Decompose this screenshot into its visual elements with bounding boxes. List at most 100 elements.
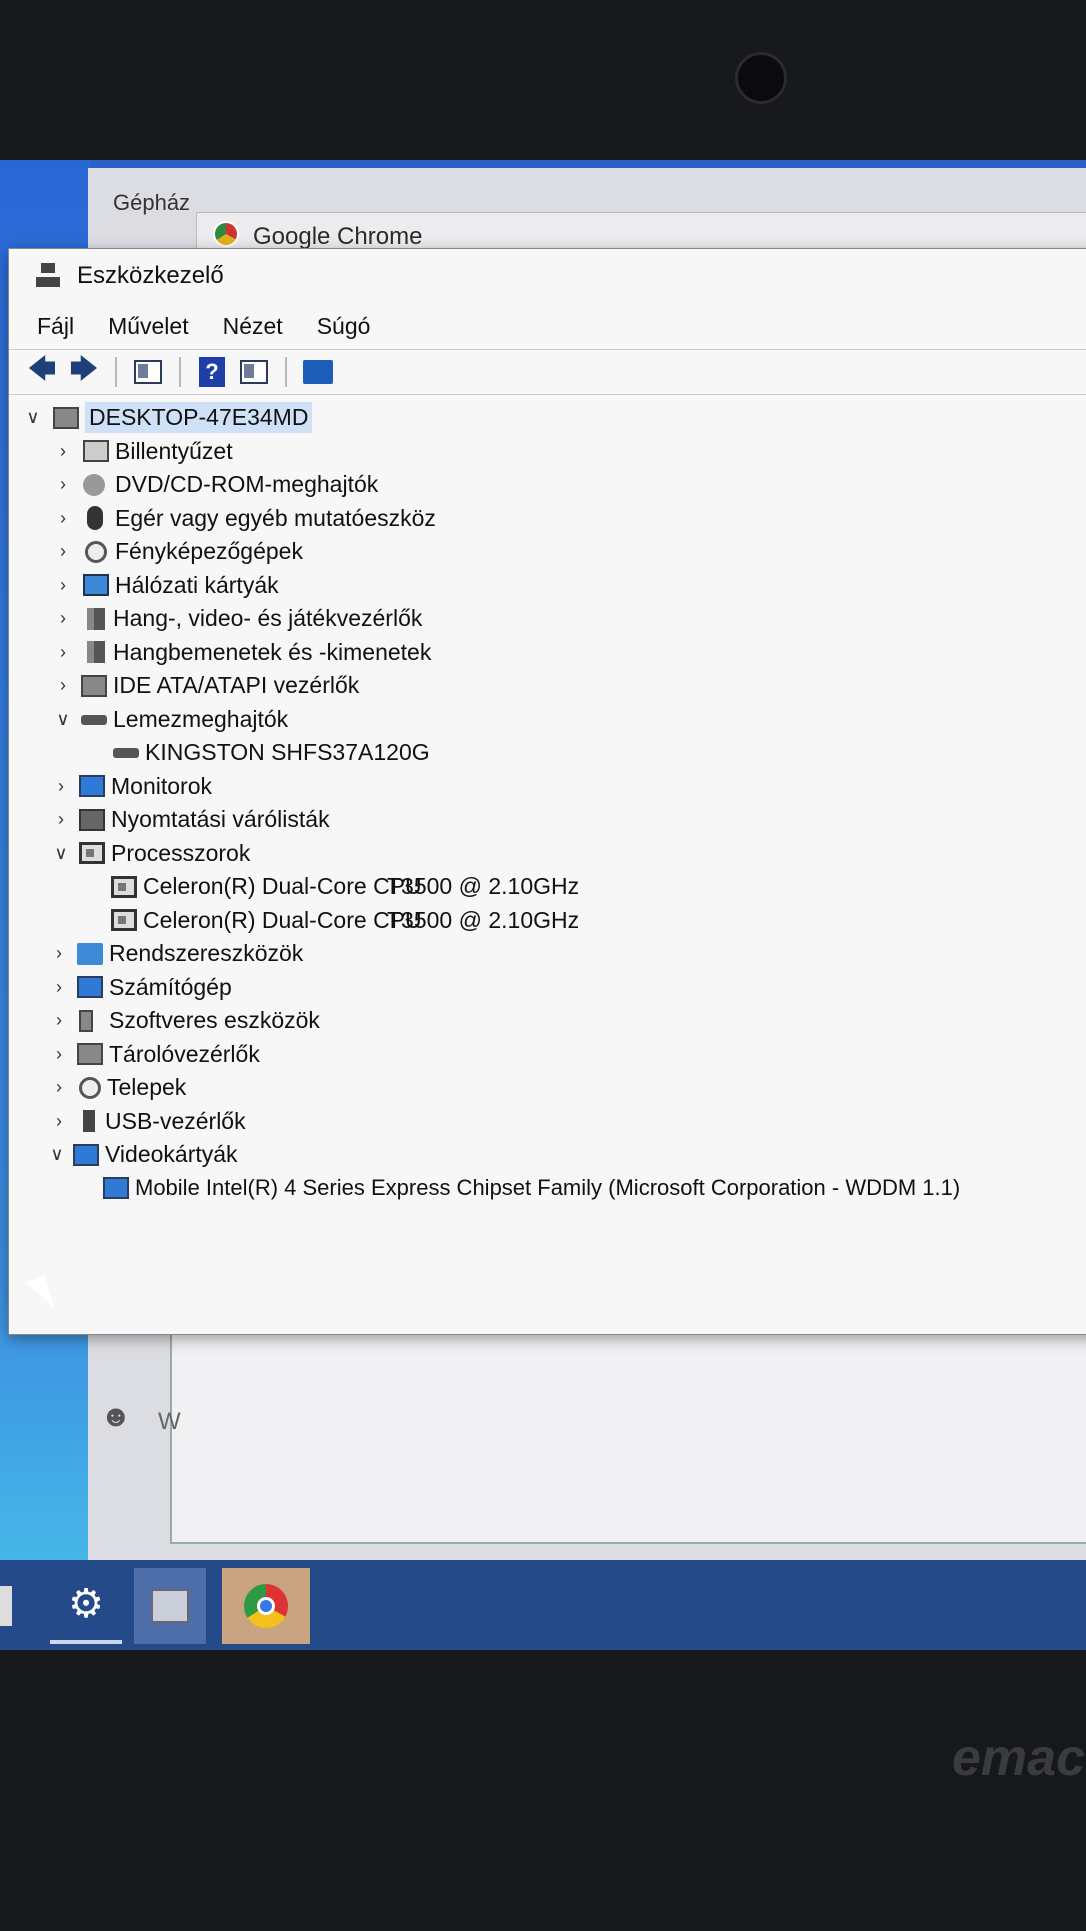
tree-item-cpu[interactable]: Celeron(R) Dual-Core CPU T3500 @ 2.10GHz [9,870,1086,904]
chevron-right-icon[interactable]: › [51,809,71,830]
tree-item-batteries[interactable]: › Telepek [9,1071,1086,1105]
tree-item-dvd[interactable]: › DVD/CD-ROM-meghajtók [9,468,1086,502]
tree-item-disk-drives[interactable]: ∨ Lemezmeghajtók [9,703,1086,737]
menu-bar: Fájl Művelet Nézet Súgó [9,303,1086,349]
chevron-right-icon[interactable]: › [53,642,73,663]
chevron-right-icon[interactable]: › [49,977,69,998]
tree-item-mouse[interactable]: › Egér vagy egyéb mutatóeszköz [9,502,1086,536]
computer-icon [53,406,79,429]
tree-item-label: USB-vezérlők [105,1107,246,1134]
chevron-right-icon[interactable]: › [51,776,71,797]
cat-icon: ☻ [100,1400,132,1433]
computer-icon [77,976,103,999]
taskbar-item[interactable] [0,1586,12,1626]
tree-item-computer[interactable]: › Számítógép [9,971,1086,1005]
menu-file[interactable]: Fájl [37,313,74,340]
processor-icon [111,909,137,932]
menu-view[interactable]: Nézet [223,313,283,340]
cpu-name: Celeron(R) Dual-Core CPU [143,873,422,900]
tree-item-usb[interactable]: › USB-vezérlők [9,1105,1086,1139]
tree-item-label: Számítógép [109,973,232,1000]
webcam [735,52,787,104]
tree-item-label: Hangbemenetek és -kimenetek [113,638,432,665]
settings-taskbar-button[interactable]: ⚙ [50,1568,122,1644]
chevron-right-icon[interactable]: › [53,608,73,629]
tree-item-cpu[interactable]: Celeron(R) Dual-Core CPU T3500 @ 2.10GHz [9,904,1086,938]
chevron-right-icon[interactable]: › [53,675,73,696]
tree-item-cameras[interactable]: › Fényképezőgépek [9,535,1086,569]
chevron-right-icon[interactable]: › [53,541,73,562]
menu-action[interactable]: Művelet [108,313,189,340]
chevron-right-icon[interactable]: › [53,474,73,495]
tree-item-label: Videokártyák [105,1141,238,1168]
cpu-detail: T3500 @ 2.10GHz [387,906,580,933]
tree-item-processors[interactable]: ∨ Processzorok [9,837,1086,871]
chevron-right-icon[interactable]: › [53,508,73,529]
tree-root[interactable]: ∨ DESKTOP-47E34MD [9,401,1086,435]
camera-icon [85,540,107,563]
device-manager-window[interactable]: Eszközkezelő Fájl Művelet Nézet Súgó 🡄 🡆… [8,248,1086,1335]
tree-item-network[interactable]: › Hálózati kártyák [9,569,1086,603]
disk-drive-icon [113,748,139,758]
tree-item-software-devices[interactable]: › Szoftveres eszközök [9,1004,1086,1038]
usb-icon [83,1110,95,1133]
chevron-right-icon[interactable]: › [49,1010,69,1031]
toolbar-separator [285,357,287,387]
tree-item-sound-video[interactable]: › Hang-, video- és játékvezérlők [9,602,1086,636]
device-manager-titlebar[interactable]: Eszközkezelő [9,249,1086,303]
tree-item-label: Szoftveres eszközök [109,1007,320,1034]
tree-item-keyboard[interactable]: › Billentyűzet [9,435,1086,469]
monitor-icon [79,775,105,798]
tree-item-video-child[interactable]: Mobile Intel(R) 4 Series Express Chipset… [9,1172,1086,1206]
processor-icon [111,875,137,898]
scan-hardware-icon[interactable] [301,356,335,388]
tree-item-label: Billentyűzet [115,437,233,464]
chevron-down-icon[interactable]: ∨ [51,843,71,864]
chevron-down-icon[interactable]: ∨ [23,407,43,428]
tree-item-label: Egér vagy egyéb mutatóeszköz [115,504,436,531]
tree-item-storage-controllers[interactable]: › Tárolóvezérlők [9,1038,1086,1072]
tree-item-label: KINGSTON SHFS37A120G [145,739,430,766]
tree-item-label: Lemezmeghajtók [113,705,289,732]
chevron-down-icon[interactable]: ∨ [53,709,73,730]
tree-item-label: Fényképezőgépek [115,538,303,565]
tree-item-display-adapters[interactable]: ∨ Videokártyák [9,1138,1086,1172]
chevron-right-icon[interactable]: › [49,943,69,964]
battery-icon [79,1076,101,1099]
chrome-taskbar-button[interactable] [222,1568,310,1644]
device-manager-icon [151,1589,189,1623]
tree-item-label: Processzorok [111,839,251,866]
device-manager-taskbar-button[interactable] [134,1568,206,1644]
chevron-right-icon[interactable]: › [53,441,73,462]
laptop-bezel-top [0,0,1086,165]
chevron-right-icon[interactable]: › [53,575,73,596]
toolbar-separator [179,357,181,387]
speaker-icon [87,607,105,630]
system-devices-icon [77,942,103,965]
device-manager-icon [35,263,61,289]
tree-item-audio-io[interactable]: › Hangbemenetek és -kimenetek [9,636,1086,670]
tree-item-ide[interactable]: › IDE ATA/ATAPI vezérlők [9,669,1086,703]
chevron-right-icon[interactable]: › [49,1077,69,1098]
chevron-right-icon[interactable]: › [49,1111,69,1132]
tree-item-monitors[interactable]: › Monitorok [9,770,1086,804]
tree-item-label: Nyomtatási várólisták [111,806,330,833]
chrome-icon [213,221,239,247]
chevron-right-icon[interactable]: › [49,1044,69,1065]
back-arrow-icon[interactable]: 🡄 [25,353,59,388]
disk-drive-icon [81,714,107,725]
chevron-down-icon[interactable]: ∨ [47,1144,67,1165]
tree-item-system-devices[interactable]: › Rendszereszközök [9,937,1086,971]
tree-item-print-queues[interactable]: › Nyomtatási várólisták [9,803,1086,837]
tree-item-disk-child[interactable]: KINGSTON SHFS37A120G [9,736,1086,770]
help-icon[interactable]: ? [195,356,229,388]
network-adapter-icon [83,574,109,597]
properties-icon[interactable] [131,356,165,388]
cpu-name: Celeron(R) Dual-Core CPU [143,906,422,933]
view-icon[interactable] [237,356,271,388]
keyboard-icon [83,440,109,463]
processor-icon [79,842,105,865]
forward-arrow-icon[interactable]: 🡆 [67,353,101,388]
menu-help[interactable]: Súgó [317,313,371,340]
speaker-icon [87,641,105,664]
